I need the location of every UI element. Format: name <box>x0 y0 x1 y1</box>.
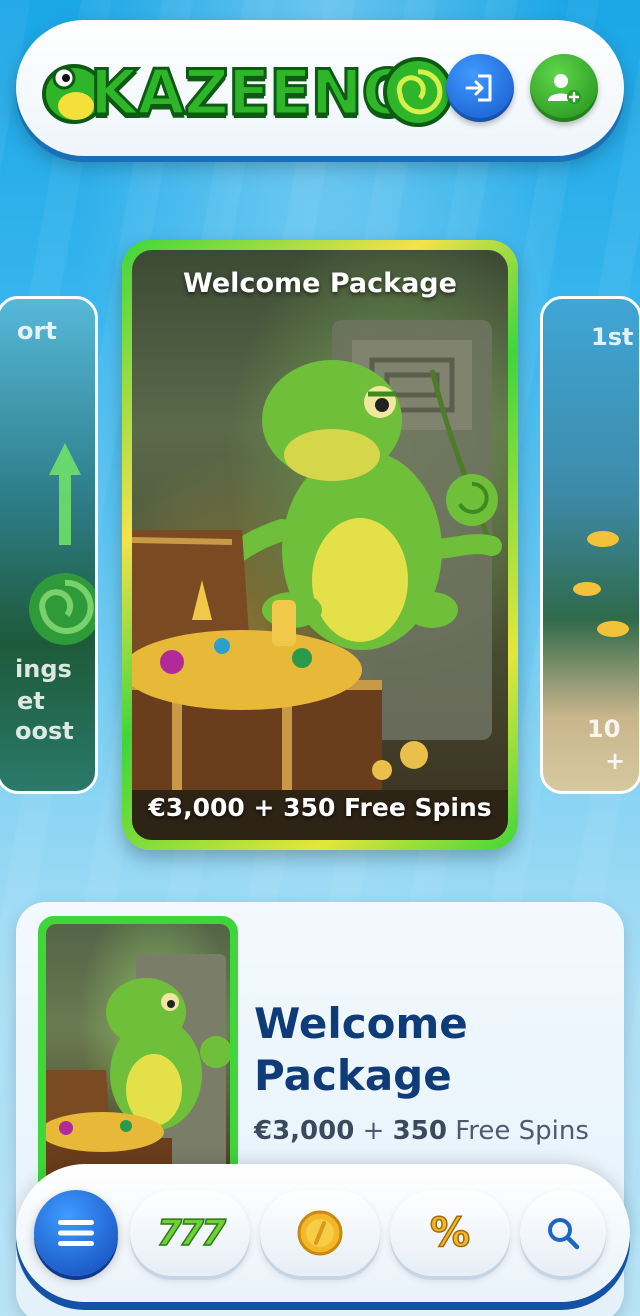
carousel-card-welcome-package[interactable]: Welcome Package €3,000 + 350 Free Spins <box>122 240 518 850</box>
previous-card-line-4: oost <box>15 717 74 745</box>
next-card-line-2: 10 <box>587 715 621 743</box>
kazeeno-logo[interactable]: KAZEENO <box>40 50 460 136</box>
previous-card-title-fragment: ort <box>17 317 57 345</box>
arrow-up-icon <box>49 443 81 545</box>
promo-spins-count: 350 <box>392 1116 447 1146</box>
promo-thumbnail <box>38 916 238 1196</box>
previous-card-line-2: ings <box>15 655 72 683</box>
promo-plus: + <box>362 1116 385 1146</box>
slots-button[interactable]: 777 <box>130 1190 250 1276</box>
promo-spins-label: Free Spins <box>455 1116 589 1146</box>
login-icon <box>465 74 492 102</box>
login-button[interactable] <box>446 54 514 122</box>
bottom-navigation: 777 % <box>16 1164 630 1302</box>
next-card-line-3: + <box>605 747 626 775</box>
coin-icon <box>297 1210 343 1256</box>
previous-card-line-3: et <box>17 687 45 715</box>
coin-button[interactable] <box>260 1190 380 1276</box>
carousel-card-previous[interactable]: ort ings et oost <box>0 296 98 794</box>
carousel-card-next[interactable]: 1st 10 + <box>540 296 640 794</box>
promo-amount: €3,000 <box>254 1116 355 1146</box>
search-icon <box>548 1218 580 1250</box>
gold-coins-icon <box>573 531 629 637</box>
chameleon-tail-icon <box>29 573 95 645</box>
search-button[interactable] <box>520 1190 606 1276</box>
welcome-package-offer: €3,000 + 350 Free Spins <box>148 793 492 822</box>
welcome-package-thumbnail <box>46 924 230 1188</box>
next-card-title-fragment: 1st <box>591 323 634 351</box>
slots-777-icon: 777 <box>156 1212 227 1255</box>
promo-offer: €3,000 + 350 Free Spins <box>254 1116 589 1146</box>
promotions-button[interactable]: % <box>390 1190 510 1276</box>
welcome-package-banner: Welcome Package €3,000 + 350 Free Spins <box>132 250 508 840</box>
chameleon-treasure-illustration <box>132 320 508 840</box>
brand-wordmark: KAZEENO <box>88 55 415 131</box>
promo-title: Welcome Package <box>254 999 468 1100</box>
menu-button[interactable] <box>34 1190 118 1276</box>
register-button[interactable] <box>530 54 598 122</box>
tail-swirl-icon <box>383 57 453 127</box>
hamburger-menu-icon <box>58 1220 94 1246</box>
chameleon-thumbnail-illustration <box>46 954 230 1188</box>
welcome-package-title: Welcome Package <box>183 268 457 299</box>
percent-icon: % <box>429 1209 471 1257</box>
add-user-icon <box>548 74 581 104</box>
top-header: KAZEENO <box>16 20 624 156</box>
